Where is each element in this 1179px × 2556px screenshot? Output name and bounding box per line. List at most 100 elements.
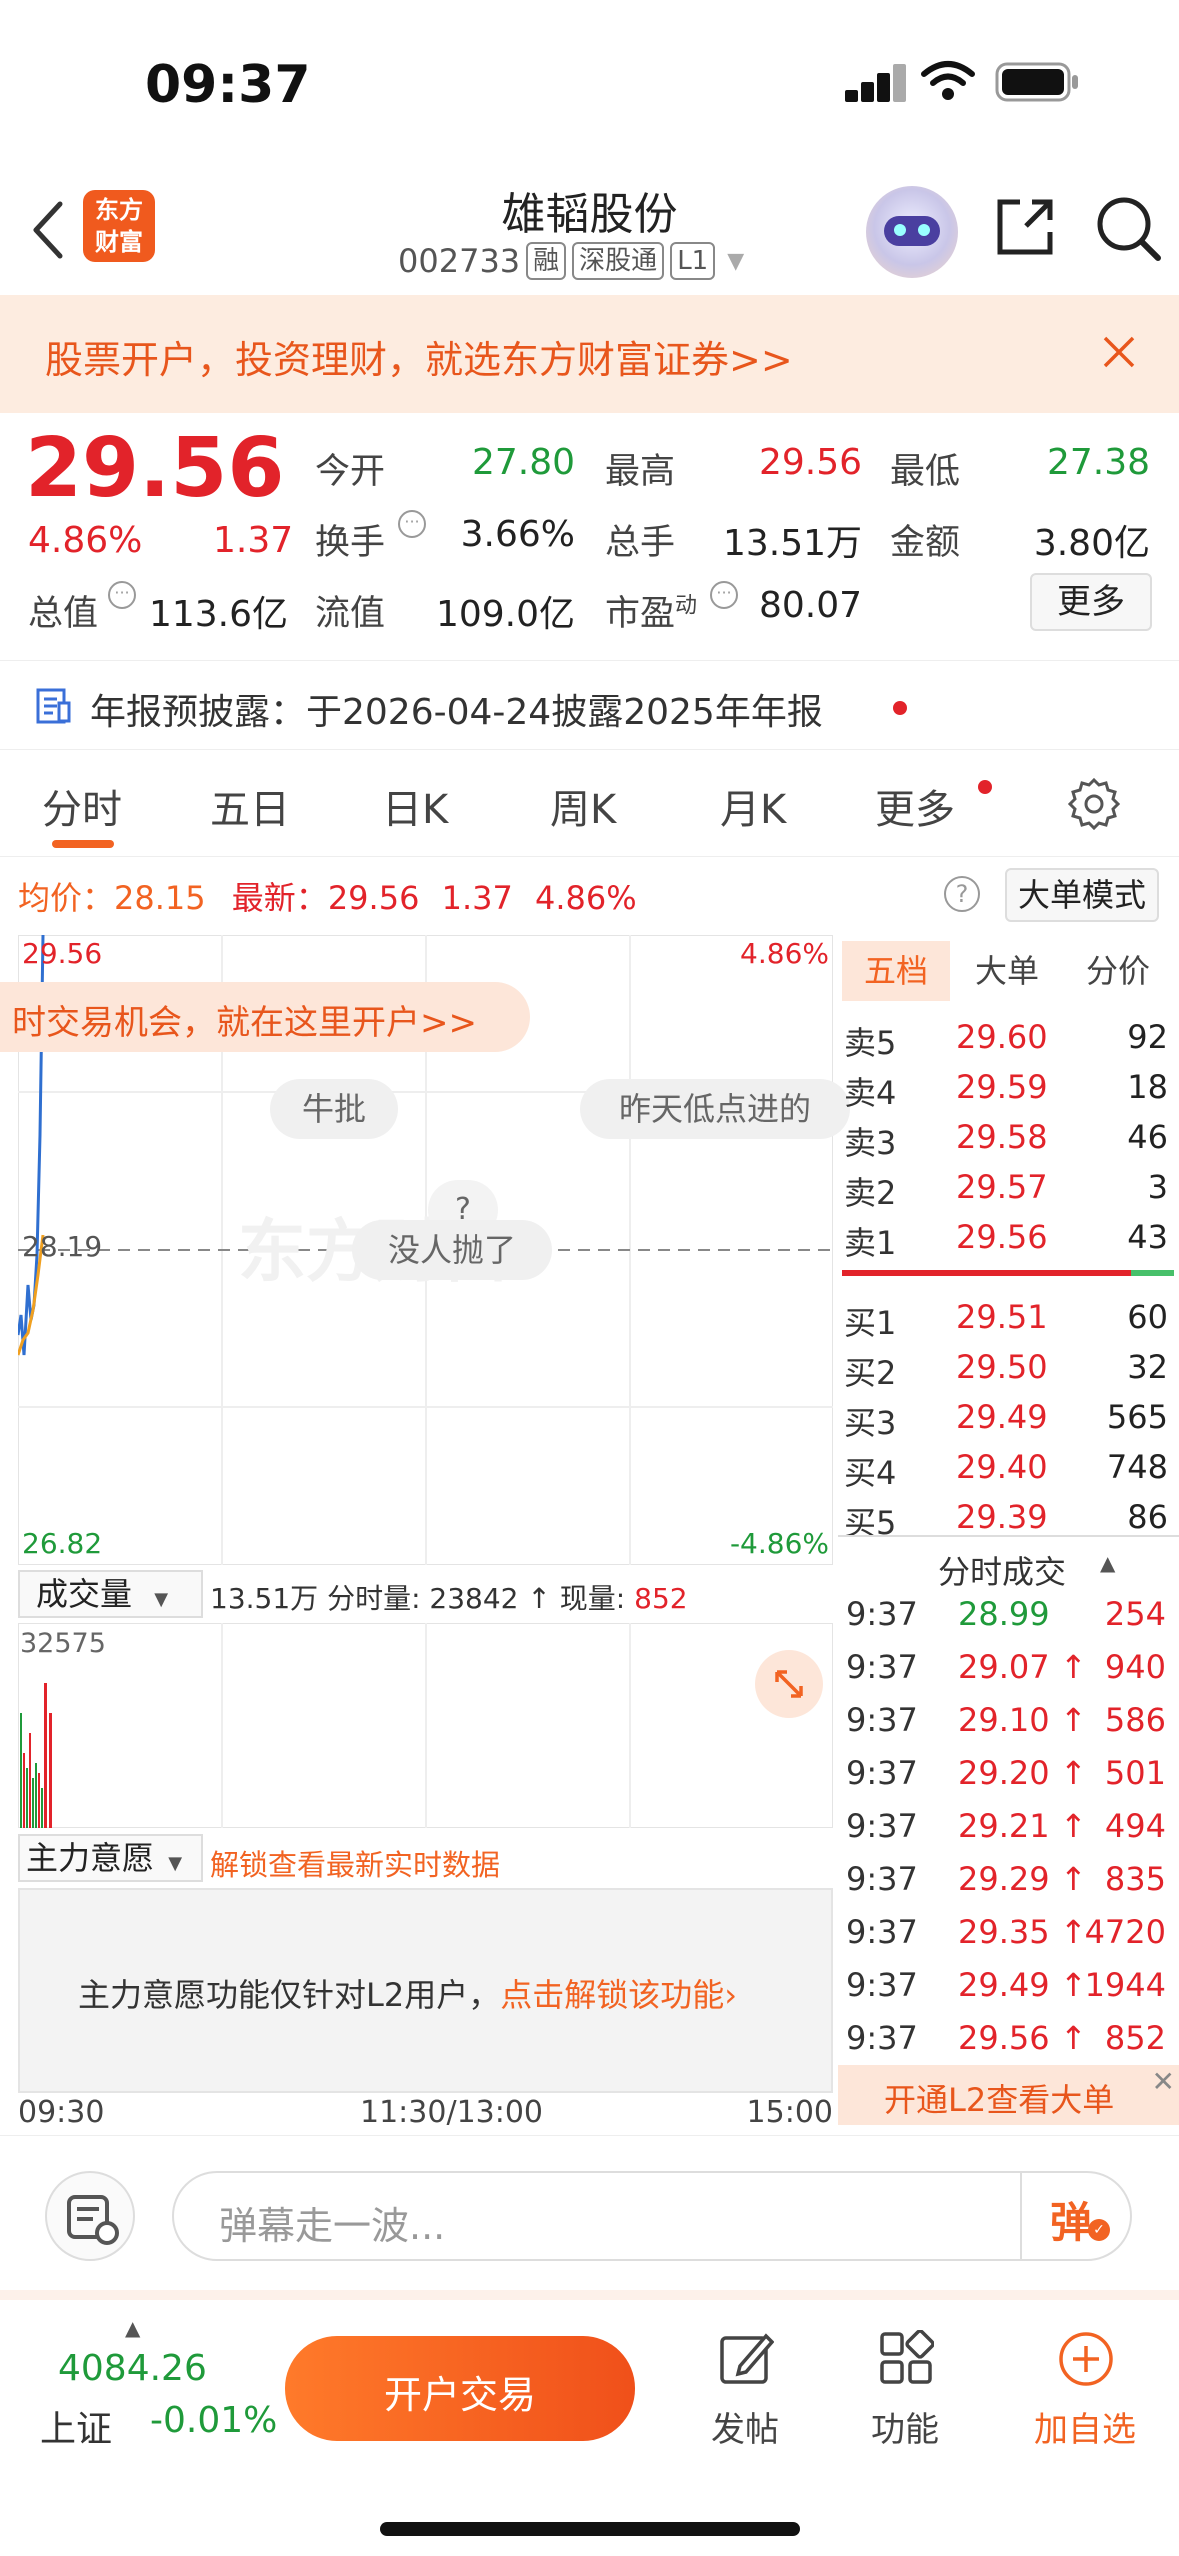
status-bar: 09:37 (0, 0, 1179, 170)
ask-label: 卖1 (844, 1224, 897, 1262)
tab-intraday[interactable]: 分时 (42, 777, 122, 835)
robot-avatar[interactable] (866, 186, 958, 278)
tab-weekly-k[interactable]: 周K (550, 777, 616, 835)
volume-value: 13.51万 (722, 523, 862, 564)
ask-volume: 3 (1147, 1168, 1168, 1206)
notice-text: 年报预披露：于2026-04-24披露2025年年报 (90, 692, 823, 733)
promo-banner[interactable]: 股票开户，投资理财，就选东方财富证券>> (0, 295, 1179, 413)
volume-chart[interactable]: 32575 (18, 1623, 833, 1828)
danmu-input[interactable]: 弹幕走一波... 弹 ✓ (172, 2171, 1132, 2261)
trade-time: 9:37 (846, 1701, 918, 1739)
main-force-selector[interactable]: 主力意愿 ▼ (18, 1834, 203, 1882)
bid-price: 29.39 (956, 1498, 1048, 1536)
account-promo-pill[interactable]: 时交易机会，就在这里开户>> (0, 982, 530, 1052)
more-button[interactable]: 更多 (1030, 573, 1152, 631)
trade-volume: 254 (1104, 1595, 1166, 1633)
trade-arrow: ↑ (1060, 1754, 1087, 1792)
ob-tab-level5[interactable]: 五档 (842, 941, 950, 1001)
pe-label: 市盈动 (605, 593, 698, 634)
trade-button[interactable]: 开户交易 (285, 2336, 635, 2441)
tag-margin: 融 (526, 242, 567, 280)
caret-up-icon: ▲ (125, 2316, 141, 2340)
unlock-hint[interactable]: 解锁查看最新实时数据 (210, 1842, 500, 1884)
ob-tab-big-order[interactable]: 大单 (953, 941, 1061, 1001)
bid-volume: 32 (1127, 1348, 1168, 1386)
bid-label: 买2 (844, 1354, 897, 1392)
danmu-settings-icon[interactable] (45, 2171, 135, 2261)
settings-icon[interactable] (1068, 778, 1120, 830)
trade-time: 9:37 (846, 1595, 918, 1633)
bid-ask-ratio-bar (842, 1270, 1174, 1276)
trades-header[interactable]: 分时成交 ▲ (838, 1535, 1179, 1591)
index-value[interactable]: 4084.26 (58, 2348, 207, 2389)
l2-promo-bar[interactable]: 开通L2查看大单 ✕ (838, 2065, 1179, 2125)
bid-row: 买5 29.39 86 (838, 1490, 1174, 1542)
bid-row: 买1 29.51 60 (838, 1290, 1174, 1342)
pe-value: 80.07 (758, 585, 862, 626)
index-change[interactable]: -0.01% (150, 2400, 277, 2441)
chevron-down-icon: ▼ (154, 1589, 169, 1610)
trade-arrow: ↑ (1060, 1807, 1087, 1845)
trade-row: 9:37 29.29 ↑ 835 (838, 1852, 1174, 1905)
post-button[interactable]: 发帖 (680, 2330, 810, 2450)
volume-header: 成交量 ▼ 13.51万 分时量: 23842 ↑ 现量: 852 (18, 1565, 833, 1623)
bid-label: 买1 (844, 1304, 897, 1342)
unlock-feature-link[interactable]: 点击解锁该功能 (500, 1976, 724, 2014)
expand-icon[interactable] (755, 1650, 823, 1718)
info-icon[interactable]: ··· (710, 581, 738, 609)
trade-row: 9:37 29.07 ↑ 940 (838, 1640, 1174, 1693)
danmu-send-button[interactable]: 弹 ✓ (1020, 2173, 1130, 2259)
volume-selector[interactable]: 成交量 ▼ (18, 1570, 203, 1618)
high-label: 最高 (605, 452, 676, 492)
ask-row: 卖4 29.59 18 (838, 1060, 1174, 1112)
share-icon[interactable] (992, 194, 1058, 260)
index-name[interactable]: 上证 (40, 2400, 112, 2452)
main-force-info: 主力意愿功能仅针对L2用户， (78, 1976, 501, 2014)
trade-time: 9:37 (846, 1860, 918, 1898)
close-icon[interactable] (1102, 335, 1136, 369)
big-order-mode-button[interactable]: 大单模式 (1005, 868, 1159, 922)
volume-label: 总手 (605, 523, 676, 563)
intraday-chart[interactable]: 东方财富 29.56 4.86% 28.19 26.82 -4.86% 时交易机… (0, 935, 850, 1565)
help-icon[interactable]: ? (944, 876, 980, 912)
function-button[interactable]: 功能 (840, 2330, 970, 2450)
open-value: 27.80 (471, 442, 575, 483)
trade-arrow: ↑ (1060, 1913, 1087, 1951)
bottom-bar: ▲ 4084.26 上证 -0.01% 开户交易 发帖 功能 加自选 (0, 2290, 1179, 2556)
info-icon[interactable]: ··· (108, 581, 136, 609)
ask-row: 卖2 29.57 3 (838, 1160, 1174, 1212)
chart-mid-price: 28.19 (22, 1230, 103, 1263)
trade-price: 29.56 (958, 2019, 1050, 2057)
trade-arrow: ↑ (1060, 1648, 1087, 1686)
tab-five-day[interactable]: 五日 (210, 777, 290, 835)
chart-tabs: 分时 五日 日K 周K 月K 更多 (0, 752, 1179, 857)
trade-row: 9:37 29.20 ↑ 501 (838, 1746, 1174, 1799)
add-watchlist-label: 加自选 (1034, 2410, 1136, 2450)
trade-row: 9:37 29.10 ↑ 586 (838, 1693, 1174, 1746)
search-icon[interactable] (1094, 194, 1164, 264)
info-icon[interactable]: ··· (398, 510, 426, 538)
trade-time: 9:37 (846, 1648, 918, 1686)
check-badge-icon: ✓ (1088, 2219, 1110, 2241)
main-force-panel: 主力意愿功能仅针对L2用户，点击解锁该功能› (18, 1888, 833, 2093)
up-arrow-icon: ↑ (527, 1582, 551, 1615)
trade-row: 9:37 29.35 ↑ 4720 (838, 1905, 1174, 1958)
amount-label: 金额 (890, 523, 961, 563)
tab-monthly-k[interactable]: 月K (720, 777, 786, 835)
tab-more[interactable]: 更多 (875, 777, 955, 835)
bid-label: 买3 (844, 1404, 897, 1442)
account-promo-text: 时交易机会，就在这里开户>> (12, 1003, 477, 1043)
stock-code-row[interactable]: 002733 融 深股通 L1 ▼ (398, 242, 744, 280)
bid-row: 买3 29.49 565 (838, 1390, 1174, 1442)
trade-row: 9:37 28.99 254 (838, 1587, 1174, 1640)
bid-volume: 60 (1127, 1298, 1168, 1336)
close-icon[interactable]: ✕ (1152, 2065, 1175, 2098)
ob-tab-price-dist[interactable]: 分价 (1064, 941, 1172, 1001)
stock-code: 002733 (398, 242, 521, 280)
tab-daily-k[interactable]: 日K (382, 777, 448, 835)
annual-report-notice[interactable]: 年报预披露：于2026-04-24披露2025年年报 (0, 660, 1179, 750)
ask-row: 卖1 29.56 43 (838, 1210, 1174, 1262)
add-watchlist-button[interactable]: 加自选 (1020, 2330, 1150, 2450)
chart-top-price: 29.56 (22, 937, 103, 970)
order-book: 五档 大单 分价 卖5 29.60 92 卖4 29.59 18 卖3 29.58 46 卖… (838, 935, 1179, 2125)
